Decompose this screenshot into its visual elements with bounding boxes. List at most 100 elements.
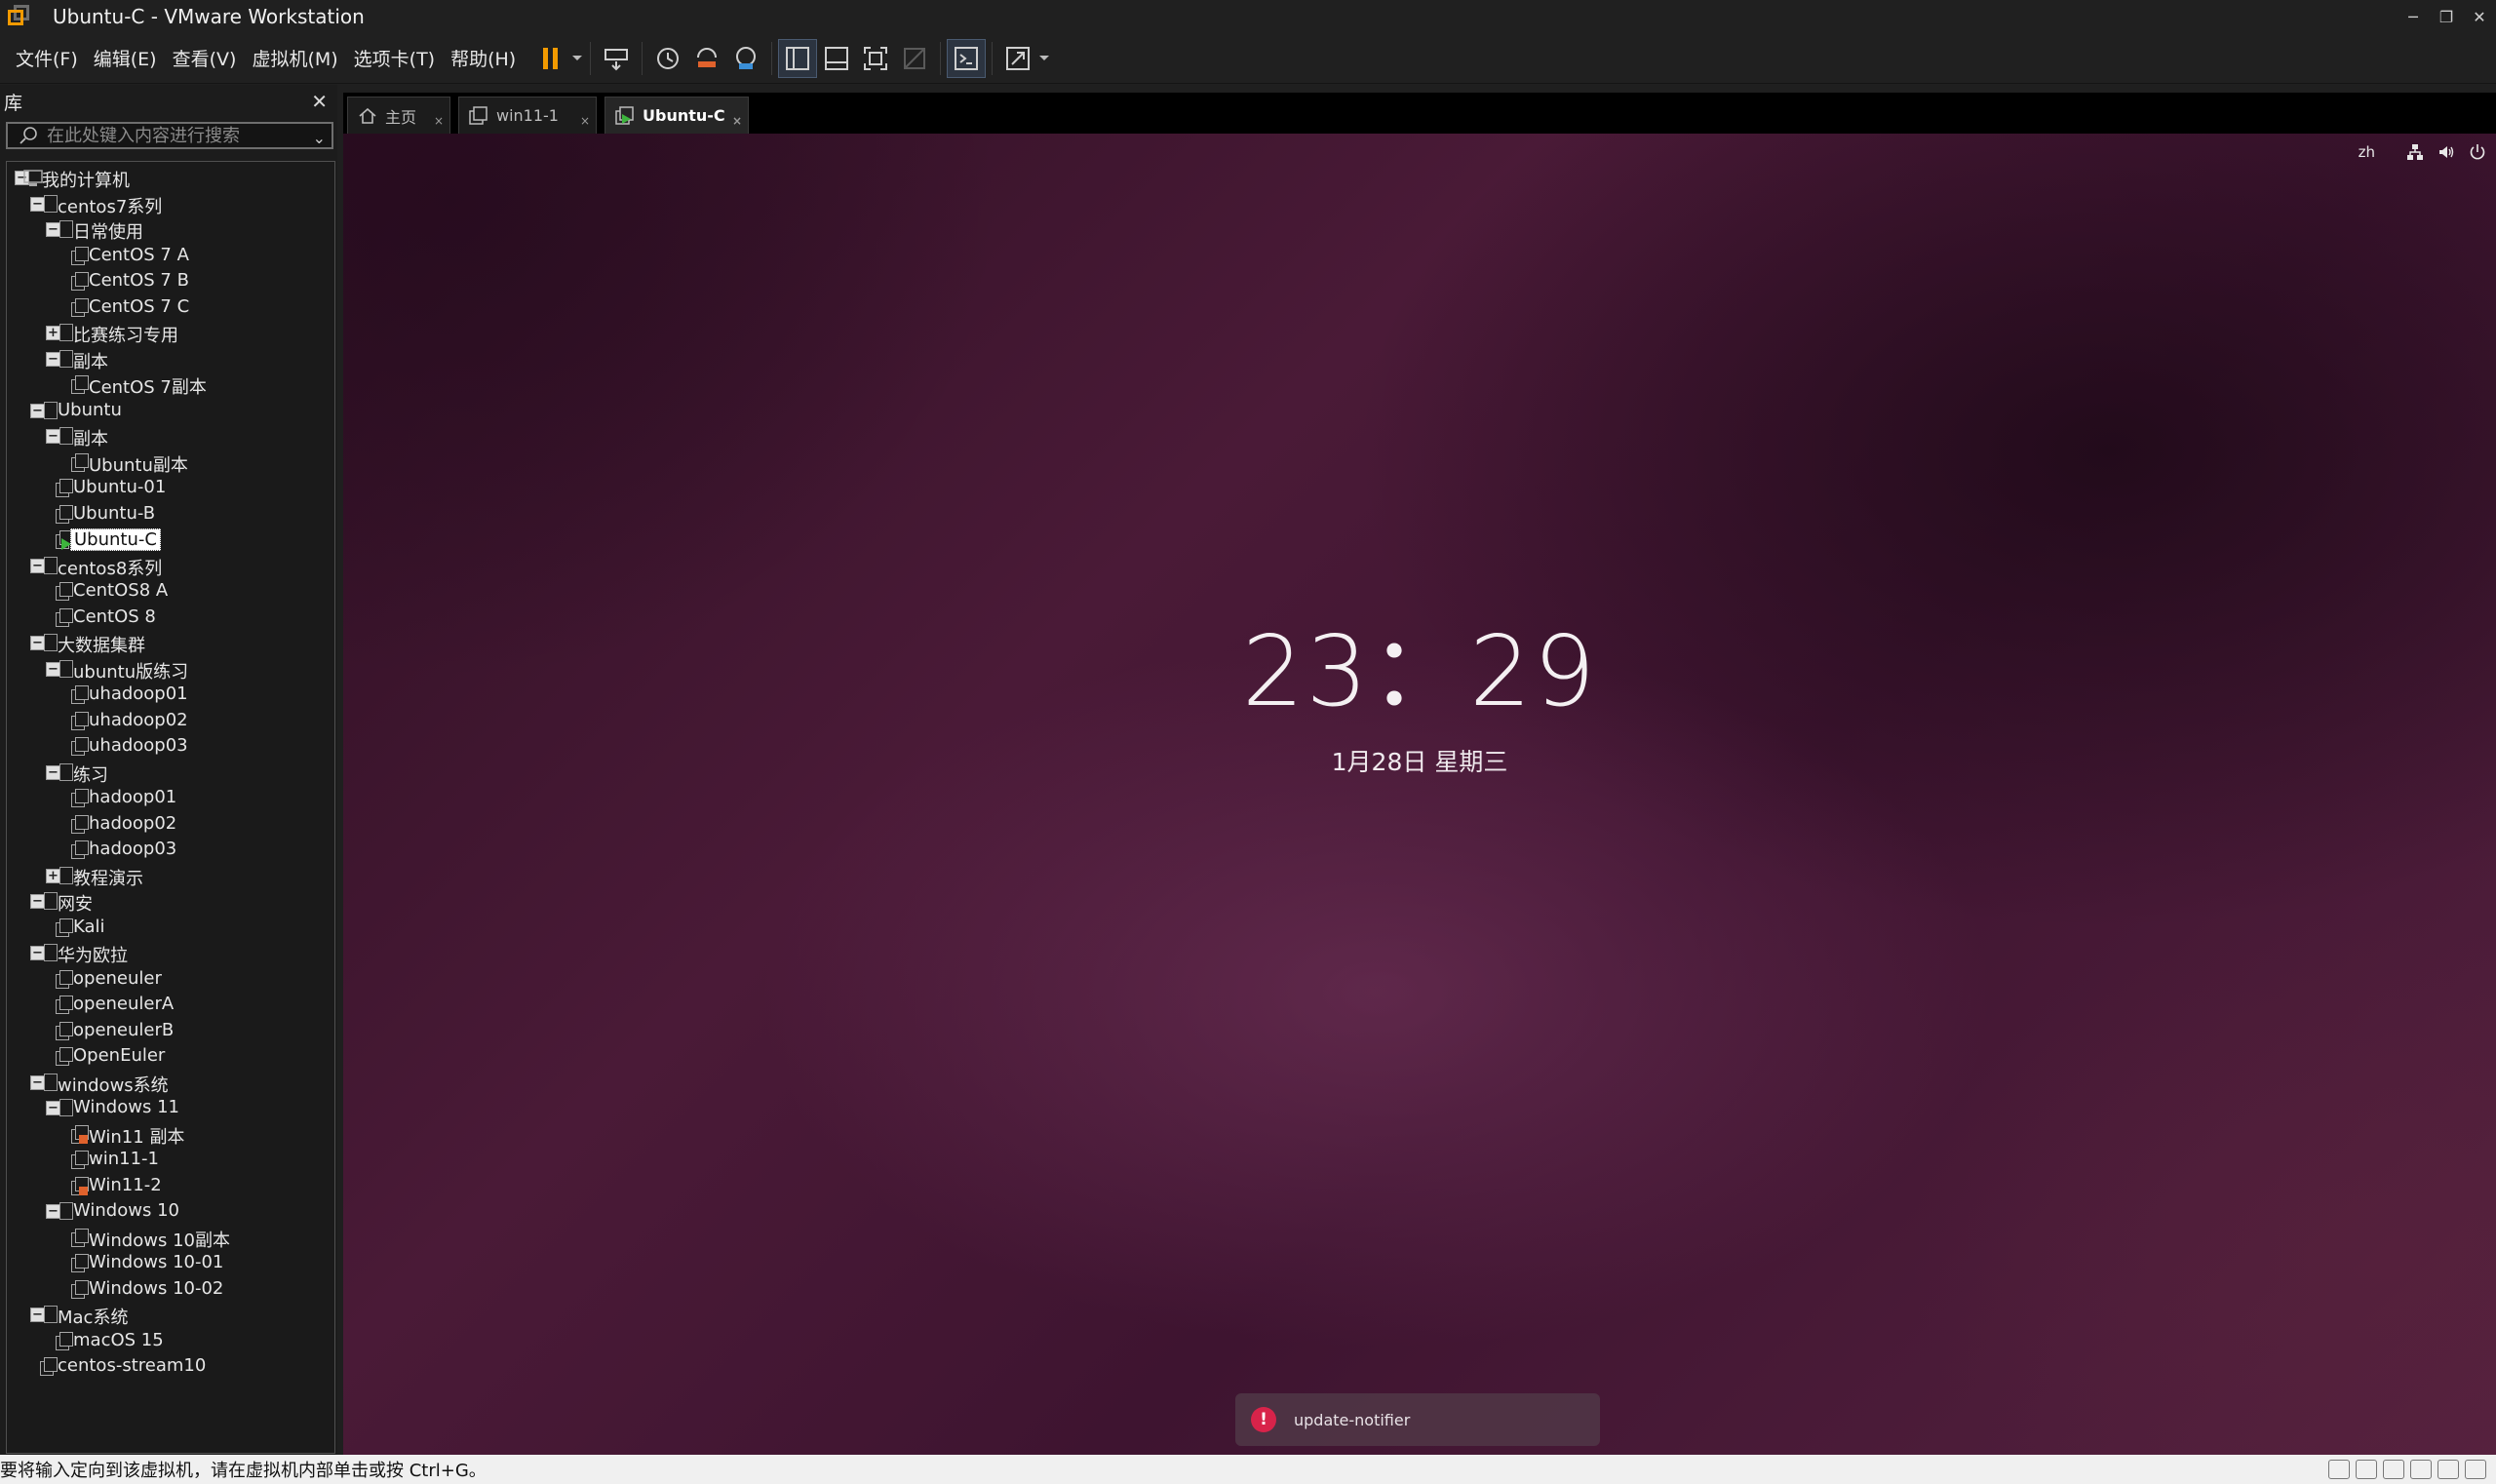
tree-vm-item[interactable]: CentOS8 A bbox=[7, 579, 334, 605]
tree-folder-item[interactable]: − 日常使用 bbox=[7, 217, 334, 243]
tree-folder-item[interactable]: − centos8系列 bbox=[7, 554, 334, 579]
tab-win11-1[interactable]: win11-1 × bbox=[458, 97, 597, 134]
tree-vm-item[interactable]: CentOS 7 B bbox=[7, 269, 334, 294]
expand-icon[interactable]: + bbox=[46, 326, 60, 340]
pause-dropdown[interactable] bbox=[570, 55, 584, 62]
tree-vm-item[interactable]: uhadoop03 bbox=[7, 734, 334, 760]
tree-vm-item[interactable]: macOS 15 bbox=[7, 1329, 334, 1354]
tree-vm-item[interactable]: CentOS 7副本 bbox=[7, 372, 334, 398]
collapse-icon[interactable]: − bbox=[30, 636, 45, 650]
tree-vm-item[interactable]: Ubuntu-C bbox=[7, 527, 334, 553]
power-icon[interactable] bbox=[2469, 143, 2486, 161]
collapse-icon[interactable]: − bbox=[46, 351, 60, 367]
sound-card-icon[interactable] bbox=[2410, 1460, 2432, 1479]
collapse-icon[interactable]: − bbox=[46, 1101, 60, 1115]
input-language-indicator[interactable]: zh bbox=[2359, 143, 2375, 161]
tree-vm-item[interactable]: OpenEuler bbox=[7, 1044, 334, 1070]
usb-icon[interactable] bbox=[2438, 1460, 2459, 1479]
tab-close-icon[interactable]: × bbox=[732, 114, 742, 128]
menu-view[interactable]: 查看(V) bbox=[165, 45, 245, 71]
tree-folder-item[interactable]: + 教程演示 bbox=[7, 864, 334, 889]
tree-vm-item[interactable]: openeuler bbox=[7, 967, 334, 993]
tree-vm-item[interactable]: centos-stream10 bbox=[7, 1354, 334, 1380]
tree-vm-item[interactable]: uhadoop01 bbox=[7, 683, 334, 708]
notification-banner[interactable]: ! update-notifier bbox=[1235, 1393, 1600, 1446]
tree-folder-item[interactable]: − 副本 bbox=[7, 347, 334, 372]
library-search[interactable]: ⌄ bbox=[6, 122, 333, 149]
collapse-icon[interactable]: − bbox=[46, 1204, 60, 1219]
pause-button[interactable] bbox=[531, 39, 570, 78]
tree-vm-item[interactable]: Ubuntu-B bbox=[7, 502, 334, 527]
send-ctrl-alt-del-button[interactable] bbox=[597, 39, 636, 78]
tab-close-icon[interactable]: × bbox=[580, 114, 590, 128]
expand-icon[interactable]: + bbox=[46, 868, 60, 883]
tree-vm-item[interactable]: openeulerA bbox=[7, 993, 334, 1018]
tab-ubuntu-c[interactable]: Ubuntu-C × bbox=[604, 97, 749, 134]
collapse-icon[interactable]: − bbox=[46, 429, 60, 444]
tree-folder-item[interactable]: − ubuntu版练习 bbox=[7, 657, 334, 683]
cd-dvd-icon[interactable] bbox=[2356, 1460, 2377, 1479]
restore-button[interactable]: ❐ bbox=[2430, 0, 2463, 33]
thumbnail-bar-button[interactable] bbox=[817, 39, 856, 78]
tab-home[interactable]: 主页 × bbox=[347, 97, 450, 134]
tree-vm-item[interactable]: hadoop02 bbox=[7, 812, 334, 838]
revert-snapshot-button[interactable] bbox=[687, 39, 726, 78]
menu-vm[interactable]: 虚拟机(M) bbox=[244, 45, 345, 71]
menu-help[interactable]: 帮助(H) bbox=[443, 45, 524, 71]
tree-vm-item[interactable]: Kali bbox=[7, 916, 334, 941]
collapse-icon[interactable]: − bbox=[30, 894, 45, 909]
message-log-icon[interactable] bbox=[2465, 1460, 2486, 1479]
tree-folder-item[interactable]: − windows系统 bbox=[7, 1071, 334, 1096]
snapshot-button[interactable] bbox=[648, 39, 687, 78]
snapshot-manager-button[interactable] bbox=[726, 39, 765, 78]
stretch-dropdown[interactable] bbox=[1037, 55, 1051, 62]
vm-tree[interactable]: − 我的计算机 − centos7系列 − 日常使用 CentOS 7 A CentOS 7 … bbox=[6, 161, 335, 1454]
tree-vm-item[interactable]: CentOS 8 bbox=[7, 605, 334, 631]
search-input[interactable] bbox=[47, 125, 320, 146]
collapse-icon[interactable]: − bbox=[30, 196, 45, 212]
collapse-icon[interactable]: − bbox=[30, 403, 45, 418]
tree-root-item[interactable]: − 我的计算机 bbox=[7, 166, 334, 191]
collapse-icon[interactable]: − bbox=[30, 1074, 45, 1090]
tree-vm-item[interactable]: hadoop03 bbox=[7, 838, 334, 863]
tree-vm-item[interactable]: CentOS 7 C bbox=[7, 295, 334, 321]
tree-vm-item[interactable]: openeulerB bbox=[7, 1019, 334, 1044]
menu-tabs[interactable]: 选项卡(T) bbox=[346, 45, 443, 71]
tree-vm-item[interactable]: Windows 10-02 bbox=[7, 1277, 334, 1303]
collapse-icon[interactable]: − bbox=[46, 661, 60, 677]
tree-folder-item[interactable]: − 华为欧拉 bbox=[7, 941, 334, 966]
tree-vm-item[interactable]: CentOS 7 A bbox=[7, 244, 334, 269]
tree-folder-item[interactable]: − 网安 bbox=[7, 889, 334, 915]
tree-vm-item[interactable]: Ubuntu-01 bbox=[7, 476, 334, 501]
collapse-icon[interactable]: − bbox=[46, 222, 60, 237]
tree-folder-item[interactable]: − Windows 11 bbox=[7, 1096, 334, 1121]
full-screen-button[interactable] bbox=[856, 39, 895, 78]
tree-folder-item[interactable]: − 副本 bbox=[7, 424, 334, 449]
tree-folder-item[interactable]: − Mac系统 bbox=[7, 1303, 334, 1328]
tree-vm-item[interactable]: win11-1 bbox=[7, 1148, 334, 1173]
close-window-button[interactable]: ✕ bbox=[2463, 0, 2496, 33]
hard-disk-icon[interactable] bbox=[2328, 1460, 2350, 1479]
tree-vm-item[interactable]: Windows 10副本 bbox=[7, 1226, 334, 1251]
console-view-button[interactable] bbox=[947, 38, 987, 78]
network-adapter-icon[interactable] bbox=[2383, 1460, 2404, 1479]
collapse-icon[interactable]: − bbox=[30, 1308, 45, 1322]
tree-folder-item[interactable]: − 练习 bbox=[7, 761, 334, 786]
tree-vm-item[interactable]: hadoop01 bbox=[7, 786, 334, 811]
tree-vm-item[interactable]: Win11 副本 bbox=[7, 1122, 334, 1148]
minimize-button[interactable]: ─ bbox=[2397, 0, 2430, 33]
tree-vm-item[interactable]: Windows 10-01 bbox=[7, 1251, 334, 1276]
tab-close-icon[interactable]: × bbox=[434, 114, 444, 128]
unity-button[interactable] bbox=[895, 39, 934, 78]
tree-vm-item[interactable]: Win11-2 bbox=[7, 1174, 334, 1199]
collapse-icon[interactable]: − bbox=[46, 764, 60, 780]
collapse-icon[interactable]: − bbox=[30, 558, 45, 573]
vm-display[interactable]: zh 23：29 1月28日 星期三 ! update-notifier bbox=[343, 134, 2496, 1455]
tree-folder-item[interactable]: − centos7系列 bbox=[7, 192, 334, 217]
network-icon[interactable] bbox=[2406, 143, 2424, 161]
tree-vm-item[interactable]: Ubuntu副本 bbox=[7, 450, 334, 476]
tree-folder-item[interactable]: − 大数据集群 bbox=[7, 631, 334, 656]
library-close-button[interactable]: ✕ bbox=[311, 90, 328, 113]
tree-vm-item[interactable]: uhadoop02 bbox=[7, 709, 334, 734]
tree-folder-item[interactable]: − Windows 10 bbox=[7, 1199, 334, 1225]
